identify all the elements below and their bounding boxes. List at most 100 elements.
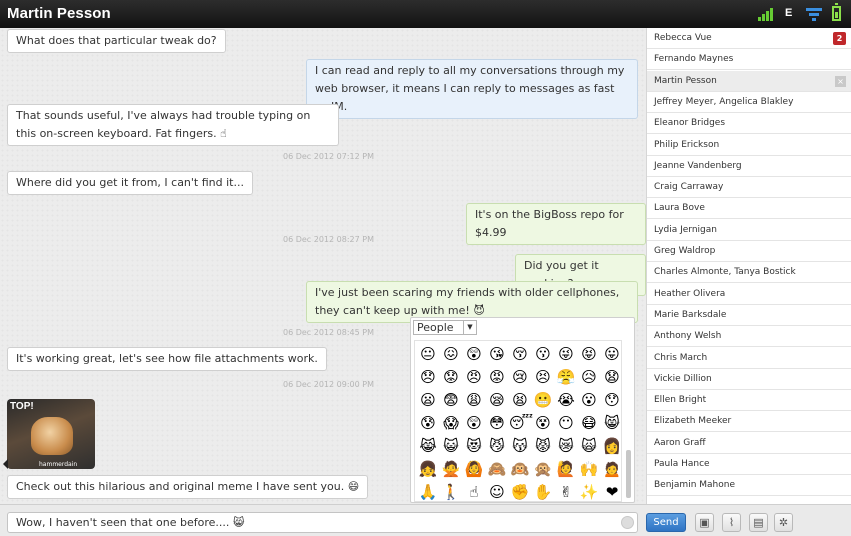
emoji-cell[interactable]: ☺ bbox=[486, 481, 508, 503]
contact-item[interactable]: Vickie Dillion bbox=[647, 369, 851, 390]
contact-item[interactable]: Eleanor Bridges bbox=[647, 113, 851, 135]
emoji-cell[interactable]: 🙌 bbox=[578, 458, 600, 480]
emoji-cell[interactable]: 🙉 bbox=[509, 458, 531, 480]
meme-image-attachment[interactable]: TOP! hammerdain bbox=[7, 399, 95, 469]
contact-item[interactable]: Jeffrey Meyer, Angelica Blakley bbox=[647, 92, 851, 113]
contact-item[interactable]: Jeanne Vandenberg bbox=[647, 156, 851, 177]
contact-item[interactable]: Lydia Jernigan bbox=[647, 220, 851, 241]
contact-item[interactable]: Laura Bove bbox=[647, 198, 851, 220]
emoji-cell[interactable]: ✋ bbox=[532, 481, 554, 503]
contact-item[interactable]: Martin Pesson × bbox=[647, 70, 851, 92]
emoji-cell[interactable]: ✌ bbox=[555, 481, 577, 503]
emoji-cell[interactable]: 😘 bbox=[486, 343, 508, 365]
emoji-cell[interactable]: 😭 bbox=[555, 389, 577, 411]
contact-item[interactable]: Heather Olivera bbox=[647, 284, 851, 305]
emoji-cell[interactable]: 🙈 bbox=[486, 458, 508, 480]
emoji-cell[interactable]: 😹 bbox=[417, 435, 439, 457]
contact-item[interactable]: Fernando Maynes bbox=[647, 49, 851, 71]
emoji-cell[interactable]: 😨 bbox=[440, 389, 462, 411]
send-button[interactable]: Send bbox=[646, 513, 686, 532]
emoji-cell[interactable]: 😤 bbox=[555, 366, 577, 388]
contact-item[interactable]: Craig Carraway bbox=[647, 177, 851, 199]
emoji-cell[interactable]: 😰 bbox=[417, 412, 439, 434]
filter-icon[interactable] bbox=[806, 6, 822, 22]
emoji-cell[interactable]: 😗 bbox=[532, 343, 554, 365]
emoji-cell[interactable]: 😡 bbox=[486, 366, 508, 388]
emoji-cell[interactable]: 🙏 bbox=[417, 481, 439, 503]
emoji-cell[interactable]: 😝 bbox=[578, 343, 600, 365]
emoji-cell[interactable]: 😺 bbox=[440, 435, 462, 457]
emoji-cell[interactable]: 😱 bbox=[440, 412, 462, 434]
emoji-cell[interactable]: 😣 bbox=[532, 366, 554, 388]
contact-item[interactable]: Philip Erickson bbox=[647, 135, 851, 156]
close-icon[interactable]: × bbox=[835, 75, 846, 87]
emoji-cell[interactable]: 👩 bbox=[601, 435, 623, 457]
contact-item[interactable]: Greg Waldrop bbox=[647, 241, 851, 262]
emoji-cell[interactable]: 😷 bbox=[578, 412, 600, 434]
conversation-pane[interactable]: What does that particular tweak do? I ca… bbox=[0, 28, 646, 504]
emoji-cell[interactable]: 😚 bbox=[509, 343, 531, 365]
emoji-cell[interactable]: 😶 bbox=[555, 412, 577, 434]
contact-item[interactable]: Anthony Welsh bbox=[647, 326, 851, 348]
emoji-cell[interactable]: 😾 bbox=[532, 435, 554, 457]
emoji-cell[interactable]: 😲 bbox=[463, 412, 485, 434]
emoji-cell[interactable]: 🙋 bbox=[555, 458, 577, 480]
emoji-cell[interactable]: 😳 bbox=[486, 412, 508, 434]
emoji-cell[interactable]: 😵 bbox=[532, 412, 554, 434]
gear-icon[interactable]: ✲ bbox=[774, 513, 793, 532]
contact-item[interactable]: Marie Barksdale bbox=[647, 305, 851, 326]
emoji-scrollbar[interactable] bbox=[626, 450, 631, 498]
emoji-cell[interactable]: 😮 bbox=[578, 389, 600, 411]
contact-item[interactable]: Benjamin Mahone bbox=[647, 475, 851, 497]
emoji-cell[interactable]: ✊ bbox=[509, 481, 531, 503]
emoji-cell[interactable]: ❤ bbox=[601, 481, 623, 503]
paperclip-icon[interactable]: ⌇ bbox=[722, 513, 741, 532]
contact-item[interactable]: Charles Almonte, Tanya Bostick bbox=[647, 262, 851, 284]
contact-item[interactable]: Rebecca Vue 2 bbox=[647, 28, 851, 49]
camera-icon[interactable]: ▣ bbox=[695, 513, 714, 532]
emoji-cell[interactable]: 😥 bbox=[578, 366, 600, 388]
emoji-cell[interactable]: 😸 bbox=[601, 412, 623, 434]
emoji-cell[interactable]: 😟 bbox=[440, 366, 462, 388]
message-input[interactable]: Wow, I haven't seen that one before.... … bbox=[7, 512, 638, 533]
emoji-cell[interactable]: 😠 bbox=[463, 366, 485, 388]
emoji-cell[interactable]: 😴 bbox=[509, 412, 533, 434]
emoji-cell[interactable]: 👧 bbox=[417, 458, 439, 480]
contact-item[interactable]: Paula Hance bbox=[647, 454, 851, 475]
emoji-cell[interactable]: 😜 bbox=[555, 343, 577, 365]
emoji-cell[interactable]: 😼 bbox=[486, 435, 508, 457]
emoji-cell[interactable]: 😻 bbox=[463, 435, 485, 457]
emoji-cell[interactable]: 😯 bbox=[601, 389, 623, 411]
emoji-cell[interactable]: 😧 bbox=[601, 366, 623, 388]
emoji-cell[interactable]: 😪 bbox=[486, 389, 508, 411]
contact-item[interactable]: Chris March bbox=[647, 348, 851, 369]
emoji-cell[interactable]: 😫 bbox=[509, 389, 531, 411]
emoji-cell[interactable]: 😦 bbox=[417, 389, 439, 411]
contact-item[interactable]: Aaron Graff bbox=[647, 433, 851, 454]
message-bubble: That sounds useful, I've always had trou… bbox=[7, 104, 339, 146]
contact-item[interactable]: Ellen Bright bbox=[647, 390, 851, 412]
emoji-cell[interactable]: 🚶 bbox=[440, 481, 462, 503]
emoji-cell[interactable]: ✨ bbox=[578, 481, 600, 503]
emoji-cell[interactable]: 😿 bbox=[555, 435, 577, 457]
emoji-cell[interactable]: 😐 bbox=[417, 343, 439, 365]
emoji-cell[interactable]: ☝ bbox=[463, 481, 485, 503]
emoji-cell[interactable]: 😩 bbox=[463, 389, 485, 411]
emoji-cell[interactable]: 😬 bbox=[532, 389, 554, 411]
emoji-cell[interactable]: 🙊 bbox=[532, 458, 554, 480]
note-icon[interactable]: ▤ bbox=[749, 513, 768, 532]
contact-item[interactable]: Elizabeth Meeker bbox=[647, 411, 851, 433]
emoji-cell[interactable]: 😽 bbox=[509, 435, 531, 457]
emoji-category-select[interactable]: People ▼ bbox=[413, 320, 477, 335]
emoji-cell[interactable]: 🙀 bbox=[578, 435, 600, 457]
emoji-cell[interactable]: 😲 bbox=[463, 343, 485, 365]
emoji-cell[interactable]: 😞 bbox=[417, 366, 439, 388]
emoji-cell[interactable]: 🙅 bbox=[440, 458, 462, 480]
emoji-cell[interactable]: 😛 bbox=[601, 343, 623, 365]
emoji-cell[interactable]: 😖 bbox=[440, 343, 462, 365]
message-bubble: Where did you get it from, I can't find … bbox=[7, 171, 253, 195]
emoji-cell[interactable]: 🙆 bbox=[463, 458, 485, 480]
smiley-icon[interactable] bbox=[621, 516, 634, 529]
emoji-cell[interactable]: 🙍 bbox=[601, 458, 623, 480]
emoji-cell[interactable]: 😢 bbox=[509, 366, 531, 388]
